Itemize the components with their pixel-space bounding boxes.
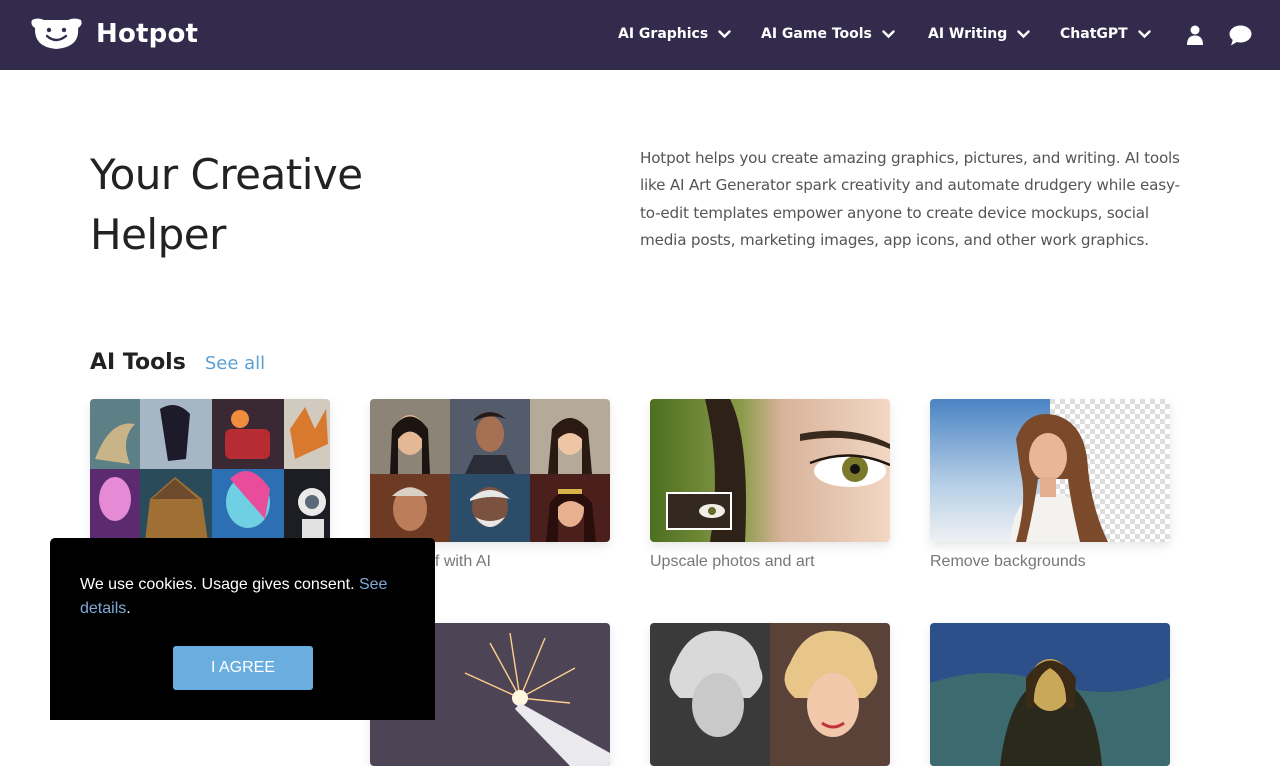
user-icon[interactable]	[1186, 25, 1204, 45]
nav-ai-game-tools[interactable]: AI Game Tools	[761, 26, 895, 42]
tool-card-ai-art[interactable]	[90, 399, 330, 553]
ai-portrait-grid-image	[370, 399, 610, 542]
nav-ai-game-tools-label: AI Game Tools	[761, 26, 872, 42]
tool-card-art-style[interactable]	[930, 623, 1170, 766]
tool-card-upscale[interactable]: Upscale photos and art	[650, 399, 890, 571]
nav-chatgpt[interactable]: ChatGPT	[1060, 26, 1151, 42]
nav-ai-graphics-label: AI Graphics	[618, 26, 709, 42]
agree-button[interactable]: I AGREE	[173, 646, 313, 690]
chevron-down-icon	[1017, 29, 1030, 38]
tool-card-colorize[interactable]	[650, 623, 890, 766]
top-navigation-bar: Hotpot AI Graphics AI Game Tools AI Writ…	[0, 0, 1280, 70]
chevron-down-icon	[1137, 29, 1151, 38]
nav-chatgpt-label: ChatGPT	[1060, 26, 1128, 42]
remove-background-image	[930, 399, 1170, 542]
ai-art-collage-image	[90, 399, 330, 542]
chat-icon[interactable]	[1229, 25, 1252, 46]
upscale-eye-image	[650, 399, 890, 542]
hero-description: Hotpot helps you create amazing graphics…	[640, 149, 1180, 250]
cookie-period: .	[126, 600, 131, 617]
colorize-portrait-image	[650, 623, 890, 766]
brand-name: Hotpot	[96, 18, 199, 49]
nav-ai-writing[interactable]: AI Writing	[928, 26, 1030, 42]
see-all-link[interactable]: See all	[205, 353, 265, 374]
ai-tools-header: AI Tools See all	[90, 350, 265, 375]
hero-title: Your Creative Helper	[90, 150, 363, 259]
cookie-consent-banner: We use cookies. Usage gives consent. See…	[50, 538, 435, 720]
nav-ai-graphics[interactable]: AI Graphics	[618, 26, 731, 42]
nav-ai-writing-label: AI Writing	[928, 26, 1008, 42]
cookie-text: We use cookies. Usage gives consent.	[80, 576, 359, 593]
tool-card-label: Upscale photos and art	[650, 553, 815, 570]
tool-card-label: Remove backgrounds	[930, 553, 1086, 570]
chevron-down-icon	[882, 29, 895, 38]
tool-card-remove-bg[interactable]: Remove backgrounds	[930, 399, 1170, 571]
hotpot-logo-icon	[31, 18, 82, 49]
art-style-image	[930, 623, 1170, 766]
brand-logo[interactable]: Hotpot	[30, 17, 198, 50]
chevron-down-icon	[718, 29, 731, 38]
ai-tools-title: AI Tools	[90, 350, 186, 375]
cookie-message: We use cookies. Usage gives consent. See…	[80, 573, 410, 621]
